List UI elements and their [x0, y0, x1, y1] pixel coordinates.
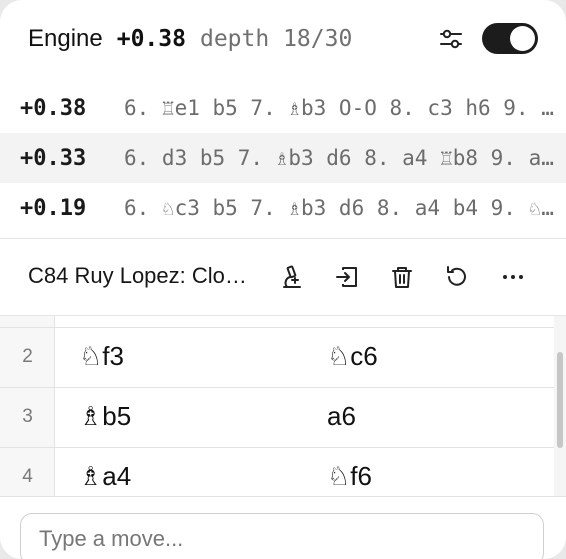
line-moves: 6. ♘c3 b5 7. ♗b3 d6 8. a4 b4 9. ♘d5: [124, 196, 556, 220]
import-icon: [336, 267, 357, 287]
line-score: +0.38: [20, 95, 87, 121]
import-button[interactable]: [334, 264, 360, 290]
move-number: 4: [22, 466, 33, 487]
opening-name: C84 Ruy Lopez: Closed, Center Attack: [28, 263, 254, 288]
white-move[interactable]: ♘f3: [79, 341, 124, 372]
move-input-area: [0, 496, 566, 559]
delete-button[interactable]: [389, 264, 415, 290]
table-row: [0, 316, 554, 328]
move-number: 2: [22, 346, 33, 367]
move-list: 2 ♘f3 ♘c6 3 ♗b5 a6 4 ♗a4 ♘f6: [0, 315, 566, 496]
scrollbar-thumb[interactable]: [557, 352, 563, 448]
engine-toggle[interactable]: [482, 23, 538, 54]
engine-title: Engine: [28, 25, 103, 52]
black-move[interactable]: a6: [327, 401, 356, 432]
table-row: 4 ♗a4 ♘f6: [0, 448, 554, 496]
line-moves: 6. ♖e1 b5 7. ♗b3 O-O 8. c3 h6 9. h3 d6: [124, 96, 556, 120]
line-score: +0.19: [20, 195, 87, 221]
line-score: +0.33: [20, 145, 87, 171]
engine-line[interactable]: +0.19 6. ♘c3 b5 7. ♗b3 d6 8. a4 b4 9. ♘d…: [0, 183, 566, 233]
reset-icon: [447, 266, 466, 286]
move-input[interactable]: [20, 513, 544, 559]
engine-line[interactable]: +0.33 6. d3 b5 7. ♗b3 d6 8. a4 ♖b8 9. ax…: [0, 133, 566, 183]
white-move[interactable]: ♗a4: [79, 461, 131, 492]
microscope-icon: [283, 265, 301, 288]
opening-bar: C84 Ruy Lopez: Closed, Center Attack: [0, 239, 566, 315]
black-move[interactable]: ♘c6: [327, 341, 378, 372]
table-row: 3 ♗b5 a6: [0, 388, 554, 448]
engine-depth: depth 18/30: [199, 26, 353, 52]
more-button[interactable]: [500, 264, 526, 290]
white-move[interactable]: ♗b5: [79, 401, 131, 432]
engine-settings-icon[interactable]: [438, 26, 464, 52]
engine-score: +0.38: [116, 26, 186, 52]
move-number: 3: [22, 406, 33, 427]
line-moves: 6. d3 b5 7. ♗b3 d6 8. a4 ♖b8 9. axb5: [124, 146, 556, 170]
table-row: 2 ♘f3 ♘c6: [0, 328, 554, 388]
engine-line[interactable]: +0.38 6. ♖e1 b5 7. ♗b3 O-O 8. c3 h6 9. h…: [0, 83, 566, 133]
analysis-panel: Engine +0.38 depth 18/30 +0.38 6. ♖e1 b5…: [0, 0, 566, 559]
analyze-button[interactable]: [279, 264, 305, 290]
engine-lines: +0.38 6. ♖e1 b5 7. ♗b3 O-O 8. c3 h6 9. h…: [0, 83, 566, 233]
toggle-knob: [510, 26, 535, 51]
scrollbar-track[interactable]: [554, 316, 566, 496]
reset-button[interactable]: [444, 264, 470, 290]
black-move[interactable]: ♘f6: [327, 461, 372, 492]
more-icon: [503, 275, 523, 279]
trash-icon: [392, 267, 412, 288]
